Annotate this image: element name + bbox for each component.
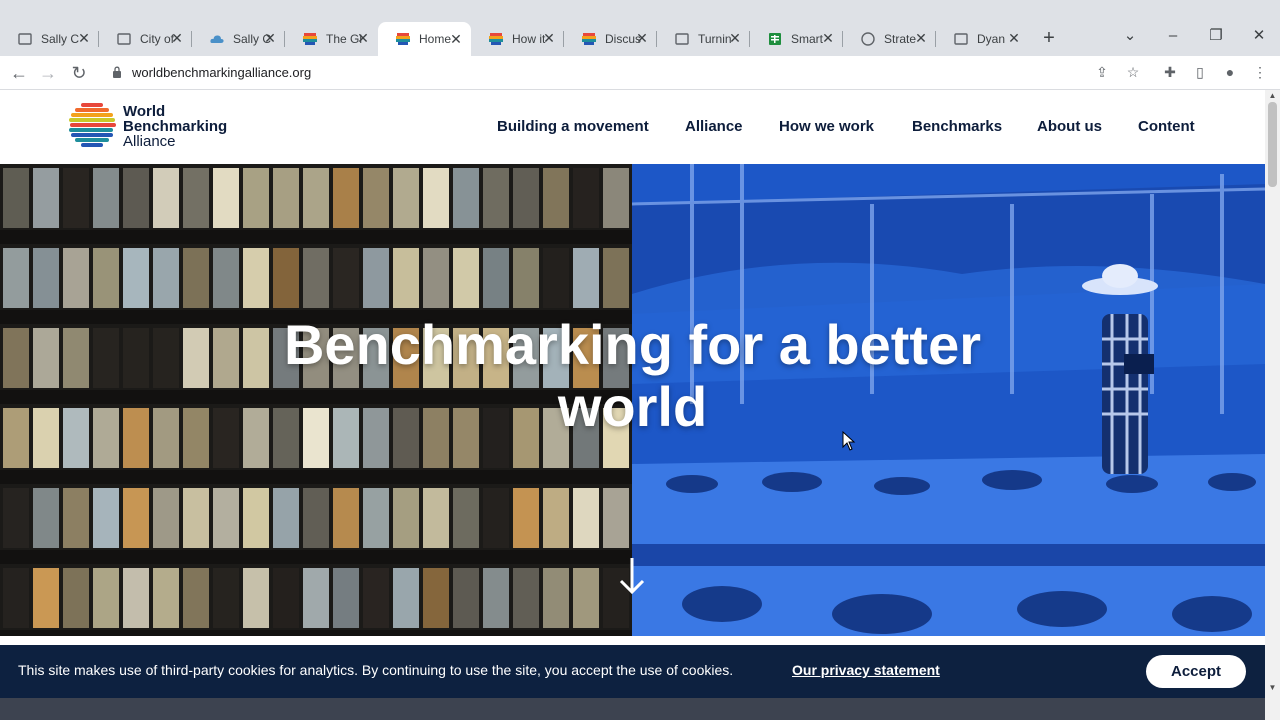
- browser-tab-strip: Sally C ✕ City of ✕ Sally C ✕ The Gl ✕ H…: [0, 0, 1280, 56]
- browser-tab[interactable]: City of ✕: [99, 27, 192, 51]
- nav-content[interactable]: Content: [1138, 118, 1195, 135]
- new-tab-icon[interactable]: +: [1040, 28, 1058, 48]
- web-page: World Benchmarking Alliance Building a m…: [0, 90, 1265, 720]
- wba-logo-icon: [396, 33, 410, 45]
- logo-line-3: Alliance: [123, 133, 176, 150]
- browser-toolbar: ← → ↻ worldbenchmarkingalliance.org ⇪ ☆ …: [0, 56, 1280, 90]
- cookie-message: This site makes use of third-party cooki…: [18, 662, 734, 678]
- page-icon: [675, 33, 689, 45]
- side-panel-icon[interactable]: ▯: [1190, 62, 1210, 82]
- cookie-banner: This site makes use of third-party cooki…: [0, 645, 1265, 698]
- scroll-down-arrow-icon[interactable]: [616, 556, 648, 596]
- page-icon: [861, 32, 875, 46]
- menu-kebab-icon[interactable]: ⋮: [1250, 62, 1270, 82]
- tab-title: Sally C: [41, 32, 80, 46]
- sheet-icon: [769, 33, 781, 45]
- lock-icon: [113, 66, 121, 78]
- browser-tab[interactable]: Turnin ✕: [657, 27, 750, 51]
- privacy-statement-link[interactable]: Our privacy statement: [792, 662, 940, 678]
- nav-about-us[interactable]: About us: [1037, 118, 1102, 135]
- share-icon[interactable]: ⇪: [1092, 62, 1112, 82]
- hero-title-line-2: world: [557, 375, 708, 438]
- nav-building-a-movement[interactable]: Building a movement: [497, 118, 649, 135]
- close-tab-icon[interactable]: ✕: [542, 31, 556, 45]
- browser-tab[interactable]: Dyan ✕: [936, 27, 1029, 51]
- wba-logo-mark: [69, 103, 116, 147]
- close-tab-icon[interactable]: ✕: [1007, 31, 1021, 45]
- close-tab-icon[interactable]: ✕: [263, 31, 277, 45]
- close-window-icon[interactable]: ✕: [1249, 26, 1269, 46]
- browser-tab[interactable]: How it ✕: [471, 27, 564, 51]
- accept-cookies-button[interactable]: Accept: [1146, 655, 1246, 688]
- wba-logo-icon: [489, 33, 503, 45]
- page-icon: [117, 33, 131, 45]
- logo-wordmark: World Benchmarking Alliance: [123, 104, 227, 149]
- tab-search-chevron-icon[interactable]: ⌄: [1120, 26, 1140, 46]
- browser-tab[interactable]: The Gl ✕: [285, 27, 378, 51]
- reload-icon[interactable]: ↻: [67, 61, 91, 85]
- bookmark-star-icon[interactable]: ☆: [1123, 62, 1143, 82]
- browser-tab-active[interactable]: Home ✕: [378, 22, 471, 56]
- extensions-puzzle-icon[interactable]: ✚: [1160, 62, 1180, 82]
- browser-tab[interactable]: Discus ✕: [564, 27, 657, 51]
- scrollbar-thumb[interactable]: [1268, 102, 1277, 187]
- scroll-down-arrow-icon[interactable]: ▼: [1268, 684, 1277, 692]
- restore-icon[interactable]: ❐: [1206, 26, 1226, 46]
- browser-tab[interactable]: Sally C ✕: [192, 27, 285, 51]
- browser-tab[interactable]: Strate ✕: [843, 27, 936, 51]
- close-tab-icon[interactable]: ✕: [356, 31, 370, 45]
- close-tab-icon[interactable]: ✕: [728, 31, 742, 45]
- mouse-cursor-icon: [842, 431, 856, 451]
- nav-alliance[interactable]: Alliance: [685, 118, 743, 135]
- minimize-icon[interactable]: –: [1163, 26, 1183, 46]
- close-tab-icon[interactable]: ✕: [77, 31, 91, 45]
- profile-avatar-icon[interactable]: ●: [1220, 62, 1240, 82]
- logo-line-1: World: [123, 103, 166, 120]
- hero-title-line-1: Benchmarking for a better: [283, 313, 982, 376]
- close-tab-icon[interactable]: ✕: [635, 31, 649, 45]
- logo-line-2: Benchmarking: [123, 118, 228, 135]
- scroll-up-arrow-icon[interactable]: ▲: [1268, 92, 1277, 100]
- back-arrow-icon[interactable]: ←: [7, 61, 31, 85]
- url-text: worldbenchmarkingalliance.org: [132, 65, 312, 80]
- page-icon: [954, 33, 968, 45]
- close-tab-icon[interactable]: ✕: [914, 31, 928, 45]
- site-logo[interactable]: World Benchmarking Alliance: [69, 102, 249, 152]
- address-bar[interactable]: worldbenchmarkingalliance.org: [104, 60, 1156, 86]
- page-footer-strip: [0, 698, 1265, 720]
- browser-tab[interactable]: Sally C ✕: [0, 27, 99, 51]
- page-scrollbar[interactable]: ▲ ▼: [1265, 90, 1280, 720]
- hero-banner: Benchmarking for a better world: [0, 164, 1265, 636]
- nav-how-we-work[interactable]: How we work: [779, 118, 874, 135]
- browser-tab[interactable]: Smart ✕: [750, 27, 843, 51]
- hero-title: Benchmarking for a better world: [0, 314, 1265, 438]
- wba-logo-icon: [582, 33, 596, 45]
- cloud-icon: [210, 35, 224, 43]
- close-tab-icon[interactable]: ✕: [449, 32, 463, 46]
- wba-logo-icon: [303, 33, 317, 45]
- forward-arrow-icon[interactable]: →: [36, 61, 60, 85]
- nav-benchmarks[interactable]: Benchmarks: [912, 118, 1002, 135]
- close-tab-icon[interactable]: ✕: [170, 31, 184, 45]
- close-tab-icon[interactable]: ✕: [821, 31, 835, 45]
- page-icon: [18, 33, 32, 45]
